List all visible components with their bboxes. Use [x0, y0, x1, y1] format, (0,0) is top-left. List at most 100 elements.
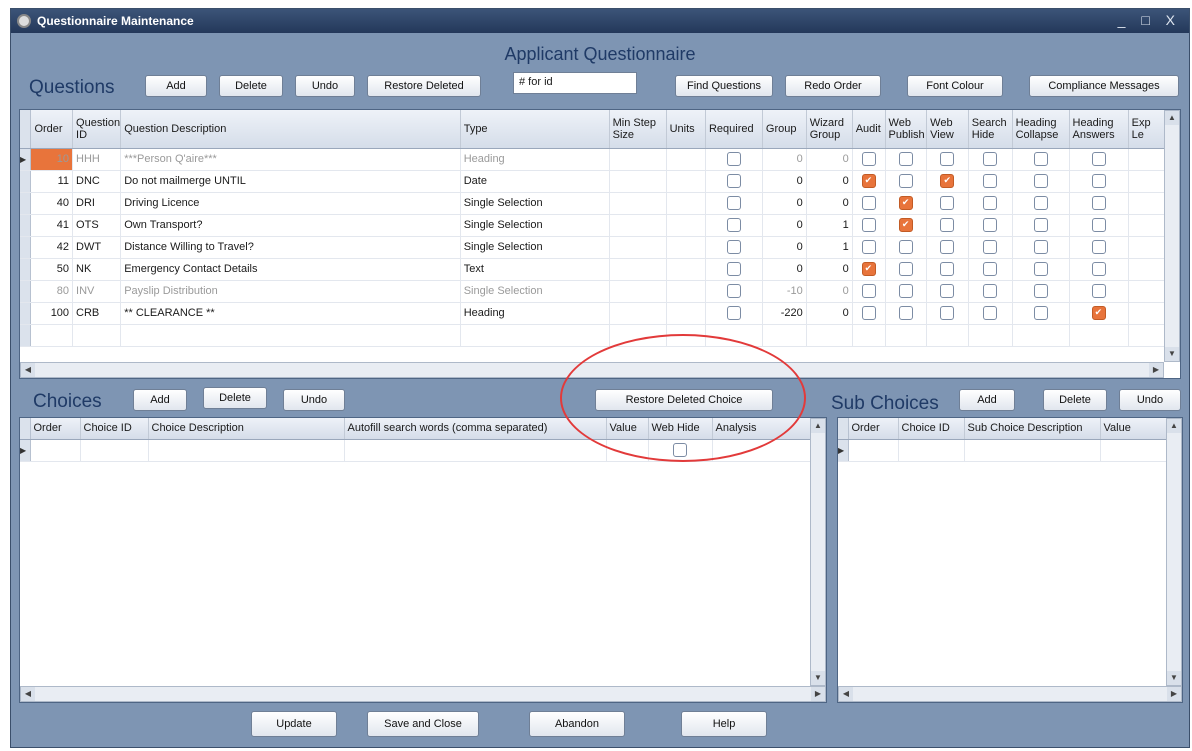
- empty-cell[interactable]: [1128, 324, 1167, 347]
- checkbox[interactable]: [940, 284, 955, 298]
- col-choice-id[interactable]: Choice ID: [80, 418, 149, 440]
- web-publish-cell[interactable]: [885, 280, 928, 303]
- checkbox[interactable]: [1033, 240, 1048, 254]
- checkbox[interactable]: [861, 240, 876, 254]
- question-id-cell[interactable]: DWT: [72, 236, 122, 259]
- question-description-cell[interactable]: Payslip Distribution: [120, 280, 461, 303]
- checkbox[interactable]: [898, 284, 913, 298]
- choices-horizontal-scrollbar[interactable]: ◀ ▶: [20, 686, 826, 702]
- checkbox[interactable]: [726, 218, 741, 232]
- question-id-cell[interactable]: HHH: [72, 148, 122, 171]
- checkbox[interactable]: [1091, 218, 1106, 232]
- col-autofill-search-words[interactable]: Autofill search words (comma separated): [344, 418, 607, 440]
- audit-cell[interactable]: [852, 280, 886, 303]
- min-step-size-cell[interactable]: [609, 192, 667, 215]
- checkbox[interactable]: [1091, 174, 1106, 188]
- checkbox[interactable]: [940, 196, 955, 210]
- units-cell[interactable]: [666, 148, 706, 171]
- wizard-group-cell[interactable]: 0: [806, 148, 853, 171]
- col-sub-order[interactable]: Order: [848, 418, 899, 440]
- col-search-hide[interactable]: Search Hide: [968, 110, 1013, 149]
- group-cell[interactable]: 0: [762, 214, 807, 237]
- exp-le-cell[interactable]: [1128, 192, 1167, 215]
- heading-answers-cell[interactable]: [1069, 236, 1129, 259]
- choice-order-cell[interactable]: [30, 439, 81, 462]
- checkbox[interactable]: [983, 306, 998, 320]
- redo-order-button[interactable]: Redo Order: [785, 75, 881, 97]
- col-question-description[interactable]: Question Description: [120, 110, 461, 149]
- wizard-group-cell[interactable]: 1: [806, 236, 853, 259]
- scroll-right-arrow-icon[interactable]: ▶: [1149, 363, 1163, 377]
- row-selector[interactable]: ▶: [20, 148, 32, 171]
- wizard-group-cell[interactable]: 0: [806, 302, 853, 325]
- checkbox[interactable]: [940, 262, 955, 276]
- heading-answers-cell[interactable]: [1069, 280, 1129, 303]
- exp-le-cell[interactable]: [1128, 170, 1167, 193]
- group-cell[interactable]: -220: [762, 302, 807, 325]
- heading-collapse-cell[interactable]: [1012, 148, 1070, 171]
- empty-cell[interactable]: [926, 324, 969, 347]
- compliance-messages-button[interactable]: Compliance Messages: [1029, 75, 1179, 97]
- row-selector[interactable]: [20, 170, 32, 193]
- row-selector[interactable]: [20, 258, 32, 281]
- question-description-cell[interactable]: Driving Licence: [120, 192, 461, 215]
- row-selector[interactable]: [20, 236, 32, 259]
- row-selector[interactable]: [20, 302, 32, 325]
- empty-cell[interactable]: [885, 324, 928, 347]
- checkbox[interactable]: [1033, 152, 1048, 166]
- units-cell[interactable]: [666, 170, 706, 193]
- scroll-left-arrow-icon[interactable]: ◀: [839, 687, 853, 701]
- min-step-size-cell[interactable]: [609, 148, 667, 171]
- order-cell[interactable]: 80: [30, 280, 74, 303]
- type-cell[interactable]: Single Selection: [460, 192, 610, 215]
- type-cell[interactable]: Single Selection: [460, 280, 610, 303]
- checkbox[interactable]: [861, 152, 876, 166]
- checkbox[interactable]: [898, 174, 913, 188]
- checkbox[interactable]: [1091, 284, 1106, 298]
- web-view-cell[interactable]: [926, 214, 969, 237]
- units-cell[interactable]: [666, 214, 706, 237]
- question-id-cell[interactable]: OTS: [72, 214, 122, 237]
- web-view-cell[interactable]: [926, 258, 969, 281]
- heading-answers-cell[interactable]: [1069, 170, 1129, 193]
- col-web-view[interactable]: Web View: [926, 110, 969, 149]
- heading-collapse-cell[interactable]: [1012, 302, 1070, 325]
- required-cell[interactable]: [705, 170, 763, 193]
- heading-collapse-cell[interactable]: [1012, 214, 1070, 237]
- wizard-group-cell[interactable]: 0: [806, 192, 853, 215]
- type-cell[interactable]: Heading: [460, 148, 610, 171]
- checkbox[interactable]: [983, 218, 998, 232]
- units-cell[interactable]: [666, 280, 706, 303]
- question-row[interactable]: 11 DNC Do not mailmerge UNTIL Date 0 0: [20, 170, 1167, 193]
- web-publish-cell[interactable]: [885, 258, 928, 281]
- wizard-group-cell[interactable]: 0: [806, 170, 853, 193]
- search-hide-cell[interactable]: [968, 148, 1013, 171]
- empty-cell[interactable]: [120, 324, 461, 347]
- choices-undo-button[interactable]: Undo: [283, 389, 345, 411]
- choices-add-button[interactable]: Add: [133, 389, 187, 411]
- question-id-cell[interactable]: DRI: [72, 192, 122, 215]
- heading-answers-cell[interactable]: [1069, 192, 1129, 215]
- col-required[interactable]: Required: [705, 110, 763, 149]
- checkbox[interactable]: [898, 240, 913, 254]
- question-row[interactable]: 42 DWT Distance Willing to Travel? Single S…: [20, 236, 1167, 259]
- web-view-cell[interactable]: [926, 170, 969, 193]
- checkbox[interactable]: [726, 306, 741, 320]
- required-cell[interactable]: [705, 280, 763, 303]
- web-view-cell[interactable]: [926, 280, 969, 303]
- question-description-cell[interactable]: ***Person Q'aire***: [120, 148, 461, 171]
- find-questions-button[interactable]: Find Questions: [675, 75, 773, 97]
- checkbox[interactable]: [1091, 240, 1106, 254]
- web-view-cell[interactable]: [926, 302, 969, 325]
- web-publish-cell[interactable]: [885, 302, 928, 325]
- checkbox[interactable]: [940, 240, 955, 254]
- sub-choices-vertical-scrollbar[interactable]: ▲ ▼: [1166, 418, 1182, 686]
- group-cell[interactable]: 0: [762, 236, 807, 259]
- checkbox[interactable]: [983, 240, 998, 254]
- web-view-cell[interactable]: [926, 236, 969, 259]
- search-hide-cell[interactable]: [968, 192, 1013, 215]
- heading-collapse-cell[interactable]: [1012, 192, 1070, 215]
- order-cell[interactable]: 40: [30, 192, 74, 215]
- checkbox[interactable]: [861, 174, 876, 188]
- exp-le-cell[interactable]: [1128, 280, 1167, 303]
